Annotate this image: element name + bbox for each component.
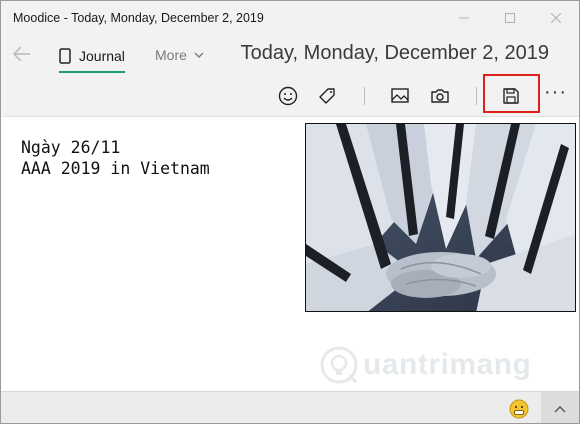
tag-icon [319, 88, 335, 104]
image-icon [391, 88, 409, 103]
watermark-text: uantrimang [363, 348, 532, 381]
back-arrow-icon [12, 46, 30, 62]
camera-button[interactable] [428, 84, 452, 108]
close-icon [551, 13, 561, 23]
tag-button[interactable] [315, 84, 339, 108]
active-tab-indicator [59, 71, 125, 73]
minimize-button[interactable] [441, 1, 487, 35]
emoji-icon [278, 86, 298, 106]
save-highlight-box [483, 74, 540, 113]
note-text[interactable]: Ngày 26/11 AAA 2019 in Vietnam [21, 137, 210, 179]
grinning-face-icon [509, 399, 529, 419]
more-options-button[interactable]: ··· [544, 81, 567, 104]
app-window: Moodice - Today, Monday, December 2, 201… [0, 0, 580, 424]
insert-image-button[interactable] [388, 84, 412, 108]
tab-journal[interactable]: Journal [59, 41, 125, 73]
tab-more-label: More [155, 47, 187, 63]
maximize-icon [505, 13, 515, 23]
toolbar-divider [364, 87, 365, 105]
toolbar-divider [476, 87, 477, 105]
tab-more[interactable]: More [155, 47, 204, 63]
chevron-down-icon [194, 52, 204, 58]
camera-icon [431, 89, 449, 103]
close-button[interactable] [533, 1, 579, 35]
journal-icon [59, 48, 71, 64]
title-bar: Moodice - Today, Monday, December 2, 201… [1, 1, 579, 35]
emoji-button[interactable] [276, 84, 300, 108]
lightbulb-logo-icon [320, 346, 358, 384]
window-title: Moodice - Today, Monday, December 2, 201… [13, 11, 264, 25]
tab-journal-label: Journal [79, 48, 125, 64]
back-button[interactable] [11, 43, 33, 65]
mood-button[interactable] [509, 399, 529, 419]
maximize-button[interactable] [487, 1, 533, 35]
nav-header: Journal More Today, Monday, December 2, … [1, 35, 579, 75]
chevron-up-icon [554, 406, 566, 413]
watermark: uantrimang [319, 345, 531, 385]
bottom-bar [1, 391, 579, 423]
expand-panel-button[interactable] [541, 392, 579, 423]
page-title: Today, Monday, December 2, 2019 [240, 42, 549, 64]
attached-photo[interactable] [305, 123, 576, 312]
minimize-icon [459, 17, 469, 19]
journal-entry-area[interactable]: Ngày 26/11 AAA 2019 in Vietnam uantriman… [1, 117, 579, 391]
hands-together-photo [306, 124, 575, 311]
